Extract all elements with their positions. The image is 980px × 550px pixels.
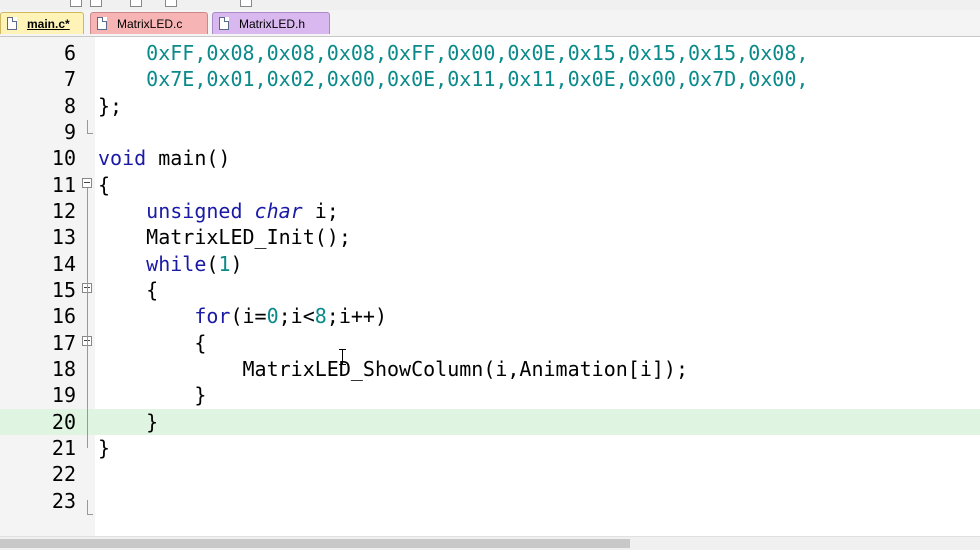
- code-text: 0xFF,0x08,0x08,0x08,0xFF,0x00,0x0E,0x15,…: [98, 41, 809, 65]
- line-number: 8: [63, 94, 76, 118]
- code-line[interactable]: 8 };: [0, 93, 980, 119]
- line-number: 9: [63, 120, 76, 144]
- code-text: }: [98, 410, 159, 434]
- file-icon: [219, 17, 229, 30]
- fold-guide: [87, 514, 93, 515]
- line-number: 11: [51, 173, 76, 197]
- code-line[interactable]: 7 0x7E,0x01,0x02,0x00,0x0E,0x11,0x11,0x0…: [0, 66, 980, 92]
- code-line[interactable]: 6 0xFF,0x08,0x08,0x08,0xFF,0x00,0x0E,0x1…: [0, 40, 980, 66]
- line-number: 6: [63, 41, 76, 65]
- line-number: 21: [51, 436, 76, 460]
- file-icon: [97, 17, 107, 30]
- line-number: 19: [51, 383, 76, 407]
- fold-guide: [87, 500, 88, 514]
- code-line[interactable]: 14 while(1): [0, 251, 980, 277]
- toolbar-icon[interactable]: [70, 0, 82, 7]
- code-text: };: [98, 94, 123, 118]
- toolbar-icon[interactable]: [240, 0, 252, 7]
- code-line[interactable]: 22: [0, 461, 980, 487]
- code-line[interactable]: 12 unsigned char i;: [0, 198, 980, 224]
- code-text: {: [98, 278, 159, 302]
- code-line[interactable]: 18 MatrixLED_ShowColumn(i,Animation[i]);: [0, 356, 980, 382]
- code-line[interactable]: 17 {: [0, 330, 980, 356]
- code-text: MatrixLED_ShowColumn(i,Animation[i]);: [98, 357, 689, 381]
- code-line[interactable]: 11 {: [0, 172, 980, 198]
- line-number: 13: [51, 225, 76, 249]
- scrollbar-thumb[interactable]: [0, 539, 630, 548]
- fold-guide: [87, 133, 93, 134]
- line-number: 12: [51, 199, 76, 223]
- tab-matrixled-c[interactable]: MatrixLED.c: [90, 12, 208, 34]
- horizontal-scrollbar[interactable]: [0, 536, 980, 550]
- line-number: 17: [51, 331, 76, 355]
- line-number: 18: [51, 357, 76, 381]
- text-cursor-icon: [339, 349, 346, 365]
- code-line[interactable]: 13 MatrixLED_Init();: [0, 224, 980, 250]
- code-text: MatrixLED_Init();: [98, 225, 351, 249]
- line-number: 23: [51, 489, 76, 513]
- line-number: 14: [51, 252, 76, 276]
- toolbar-icon[interactable]: [165, 0, 177, 7]
- code-line[interactable]: 23: [0, 488, 980, 514]
- line-number: 20: [51, 410, 76, 434]
- file-icon: [7, 17, 17, 30]
- code-line[interactable]: 19 }: [0, 382, 980, 408]
- code-text: unsigned char i;: [146, 199, 339, 223]
- code-text: {: [98, 173, 111, 197]
- tab-label: MatrixLED.h: [239, 16, 306, 31]
- toolbar-icon[interactable]: [90, 0, 102, 7]
- code-line-current[interactable]: 20 }: [0, 409, 980, 436]
- line-number: 15: [51, 278, 76, 302]
- fold-toggle-icon[interactable]: [82, 178, 92, 188]
- editor-tab-bar: main.c* MatrixLED.c MatrixLED.h: [0, 10, 980, 37]
- fold-guide: [87, 120, 88, 133]
- toolbar-icon[interactable]: [130, 0, 142, 7]
- line-number: 7: [63, 67, 76, 91]
- tab-main-c[interactable]: main.c*: [0, 12, 84, 34]
- code-text: }: [98, 383, 207, 407]
- code-editor[interactable]: 6 0xFF,0x08,0x08,0x08,0xFF,0x00,0x0E,0x1…: [0, 37, 980, 536]
- line-number: 22: [51, 462, 76, 486]
- tab-matrixled-h[interactable]: MatrixLED.h: [212, 12, 330, 34]
- code-text: for(i=0;i<8;i++): [194, 304, 388, 328]
- code-text: while(1): [146, 252, 243, 276]
- line-number: 10: [51, 146, 76, 170]
- code-line[interactable]: 15 {: [0, 277, 980, 303]
- code-line[interactable]: 10 void main(): [0, 145, 980, 171]
- code-line[interactable]: 9: [0, 119, 980, 145]
- code-text: 0x7E,0x01,0x02,0x00,0x0E,0x11,0x11,0x0E,…: [98, 67, 809, 91]
- tab-label: MatrixLED.c: [117, 16, 183, 31]
- code-text: void main(): [98, 146, 231, 170]
- line-number: 16: [51, 304, 76, 328]
- tab-label: main.c*: [27, 16, 70, 31]
- code-text: {: [98, 331, 207, 355]
- code-text: }: [98, 436, 111, 460]
- code-line[interactable]: 21 }: [0, 435, 980, 461]
- fold-guide: [87, 188, 88, 448]
- code-line[interactable]: 16 for(i=0;i<8;i++): [0, 303, 980, 329]
